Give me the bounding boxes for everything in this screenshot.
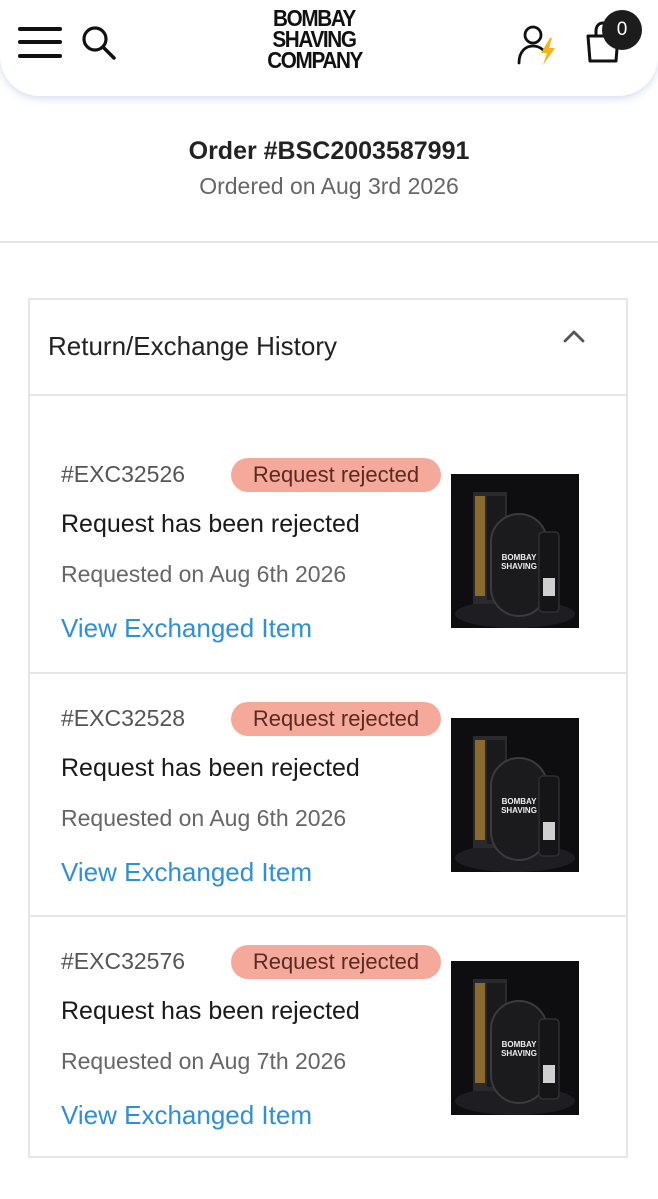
brand-logo[interactable]: BOMBAY SHAVING COMPANY (262, 8, 366, 72)
svg-text:BOMBAY: BOMBAY (502, 553, 537, 562)
status-badge: Request rejected (231, 458, 441, 492)
svg-text:BOMBAY: BOMBAY (502, 797, 537, 806)
request-id: #EXC32576 (61, 948, 186, 974)
status-badge: Request rejected (231, 945, 441, 979)
chevron-up-icon[interactable] (562, 328, 586, 344)
request-date: Requested on Aug 6th 2026 (61, 805, 347, 831)
top-header: BOMBAY SHAVING COMPANY 0 (0, 0, 658, 96)
exchange-history-card: Return/Exchange History #EXC32526 Reques… (28, 298, 628, 1158)
request-date: Requested on Aug 6th 2026 (61, 561, 347, 587)
order-title: Order #BSC2003587991 (188, 137, 470, 165)
history-accordion-header[interactable]: Return/Exchange History (30, 300, 626, 396)
product-thumbnail-image[interactable]: BOMBAY SHAVING (451, 961, 579, 1115)
user-icon[interactable] (516, 22, 560, 66)
cart-count-badge[interactable]: 0 (602, 10, 642, 50)
request-id: #EXC32526 (61, 461, 186, 487)
product-thumbnail-image[interactable]: BOMBAY SHAVING (451, 718, 579, 872)
exchange-request-item: #EXC32526 Request rejected Request has b… (30, 394, 626, 674)
exchange-request-item: #EXC32576 Request rejected Request has b… (30, 917, 626, 1156)
search-icon[interactable] (80, 24, 118, 62)
request-date: Requested on Aug 7th 2026 (61, 1048, 347, 1074)
svg-text:BOMBAY: BOMBAY (502, 1040, 537, 1049)
request-status-text: Request has been rejected (61, 997, 360, 1025)
request-id: #EXC32528 (61, 705, 186, 731)
status-badge: Request rejected (231, 702, 441, 736)
svg-text:SHAVING: SHAVING (501, 562, 537, 571)
section-divider (0, 241, 658, 243)
request-status-text: Request has been rejected (61, 510, 360, 538)
svg-text:SHAVING: SHAVING (501, 1049, 537, 1058)
menu-icon[interactable] (18, 27, 62, 59)
order-date: Ordered on Aug 3rd 2026 (199, 173, 459, 199)
view-exchanged-item-link[interactable]: View Exchanged Item (61, 1100, 312, 1131)
view-exchanged-item-link[interactable]: View Exchanged Item (61, 857, 312, 888)
exchange-request-item: #EXC32528 Request rejected Request has b… (30, 674, 626, 917)
view-exchanged-item-link[interactable]: View Exchanged Item (61, 613, 312, 644)
history-title: Return/Exchange History (48, 331, 338, 361)
request-status-text: Request has been rejected (61, 754, 360, 782)
product-thumbnail-image[interactable]: BOMBAY SHAVING (451, 474, 579, 628)
svg-text:SHAVING: SHAVING (501, 806, 537, 815)
